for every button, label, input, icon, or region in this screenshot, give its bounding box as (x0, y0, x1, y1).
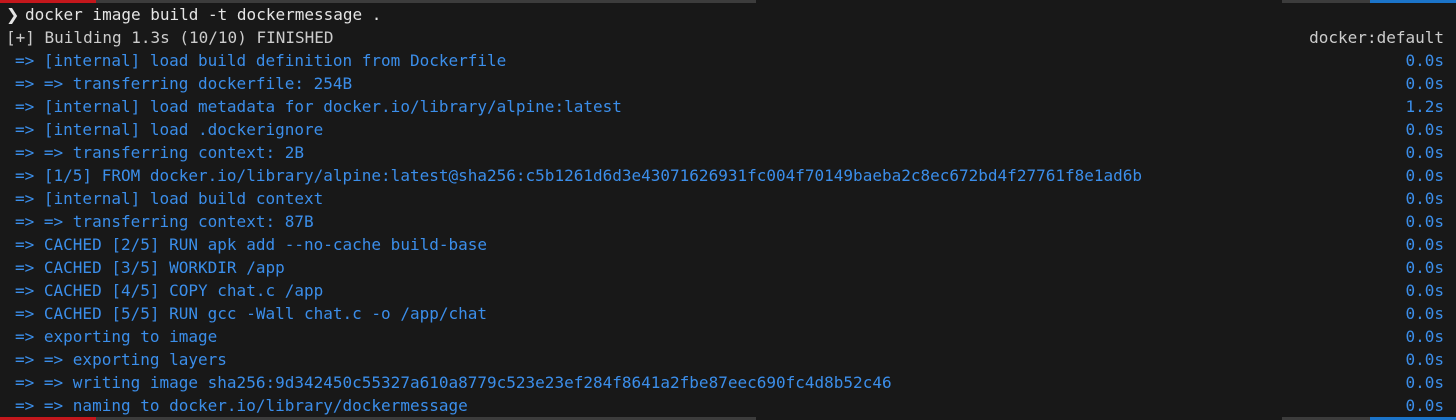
build-step-line: => CACHED [2/5] RUN apk add --no-cache b… (0, 233, 1456, 256)
prompt-line: ❯ docker image build -t dockermessage . (0, 3, 1456, 26)
build-step-line: => [internal] load .dockerignore 0.0s (0, 118, 1456, 141)
build-step-line: => [1/5] FROM docker.io/library/alpine:l… (0, 164, 1456, 187)
build-step-line: => CACHED [4/5] COPY chat.c /app 0.0s (0, 279, 1456, 302)
build-step-time: 0.0s (1405, 281, 1444, 300)
build-steps: => [internal] load build definition from… (0, 49, 1456, 417)
build-step-text: => => transferring dockerfile: 254B (15, 74, 353, 93)
build-step-line: => => transferring dockerfile: 254B 0.0s (0, 72, 1456, 95)
build-step-text: => => naming to docker.io/library/docker… (15, 396, 468, 415)
build-step-time: 0.0s (1405, 396, 1444, 415)
build-step-time: 0.0s (1405, 304, 1444, 323)
builder-name: docker:default (1309, 28, 1444, 47)
build-step-text: => CACHED [5/5] RUN gcc -Wall chat.c -o … (15, 304, 488, 323)
build-step-time: 1.2s (1405, 97, 1444, 116)
build-step-time: 0.0s (1405, 189, 1444, 208)
build-step-time: 0.0s (1405, 120, 1444, 139)
build-step-time: 0.0s (1405, 74, 1444, 93)
build-step-line: => => naming to docker.io/library/docker… (0, 394, 1456, 417)
prompt-chevron-icon: ❯ (6, 5, 20, 24)
build-step-time: 0.0s (1405, 258, 1444, 277)
build-step-time: 0.0s (1405, 350, 1444, 369)
build-step-time: 0.0s (1405, 51, 1444, 70)
prompt-command: docker image build -t dockermessage . (25, 5, 382, 24)
build-step-line: => CACHED [5/5] RUN gcc -Wall chat.c -o … (0, 302, 1456, 325)
build-step-line: => [internal] load metadata for docker.i… (0, 95, 1456, 118)
build-step-time: 0.0s (1405, 143, 1444, 162)
build-step-text: => [internal] load build definition from… (15, 51, 507, 70)
build-step-time: 0.0s (1405, 235, 1444, 254)
build-step-text: => CACHED [4/5] COPY chat.c /app (15, 281, 324, 300)
build-step-line: => [internal] load build context 0.0s (0, 187, 1456, 210)
build-step-text: => => transferring context: 2B (15, 143, 304, 162)
build-step-text: => [internal] load metadata for docker.i… (15, 97, 622, 116)
build-step-time: 0.0s (1405, 327, 1444, 346)
build-step-text: => => transferring context: 87B (15, 212, 314, 231)
build-step-text: => => writing image sha256:9d342450c5532… (15, 373, 892, 392)
build-step-text: => => exporting layers (15, 350, 227, 369)
build-step-text: => [internal] load .dockerignore (15, 120, 324, 139)
build-step-text: => CACHED [2/5] RUN apk add --no-cache b… (15, 235, 488, 254)
build-step-time: 0.0s (1405, 212, 1444, 231)
terminal-panel[interactable]: ❯ docker image build -t dockermessage . … (0, 0, 1456, 420)
build-step-text: => [1/5] FROM docker.io/library/alpine:l… (15, 166, 1143, 185)
build-step-time: 0.0s (1405, 373, 1444, 392)
build-status: [+] Building 1.3s (10/10) FINISHED (6, 28, 334, 47)
build-step-line: => => writing image sha256:9d342450c5532… (0, 371, 1456, 394)
build-step-text: => CACHED [3/5] WORKDIR /app (15, 258, 285, 277)
build-step-line: => CACHED [3/5] WORKDIR /app 0.0s (0, 256, 1456, 279)
build-step-text: => exporting to image (15, 327, 218, 346)
build-step-line: => => transferring context: 2B 0.0s (0, 141, 1456, 164)
terminal-output: ❯ docker image build -t dockermessage . … (0, 3, 1456, 417)
build-step-line: => => transferring context: 87B 0.0s (0, 210, 1456, 233)
build-status-line: [+] Building 1.3s (10/10) FINISHED docke… (0, 26, 1456, 49)
build-step-text: => [internal] load build context (15, 189, 324, 208)
build-step-line: => exporting to image 0.0s (0, 325, 1456, 348)
build-step-time: 0.0s (1405, 166, 1444, 185)
build-step-line: => => exporting layers 0.0s (0, 348, 1456, 371)
build-step-line: => [internal] load build definition from… (0, 49, 1456, 72)
